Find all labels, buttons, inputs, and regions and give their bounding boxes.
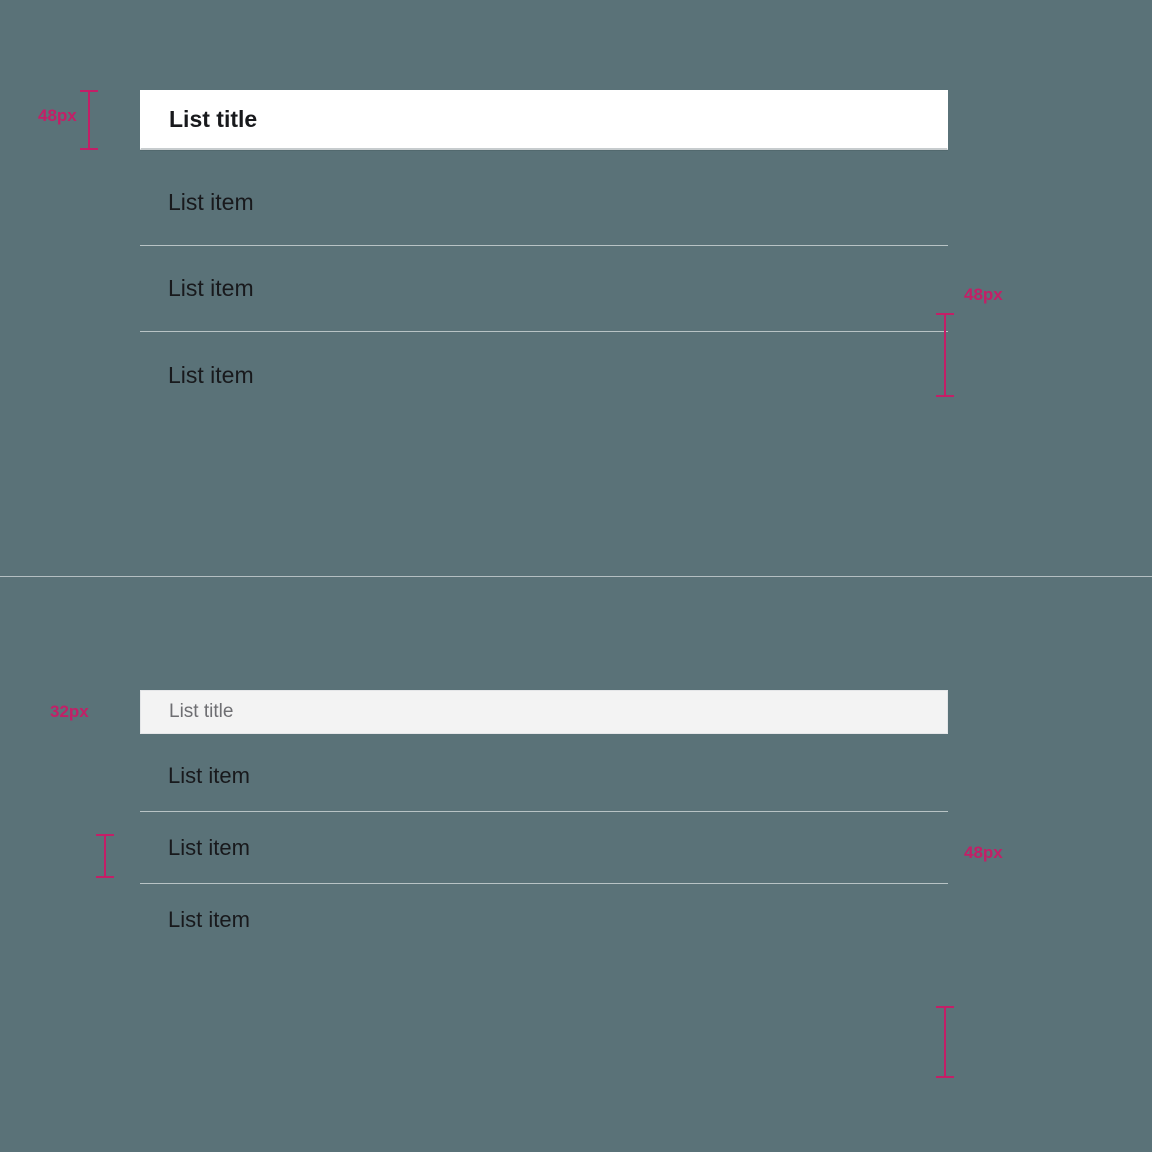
- list-title-bar: List title: [140, 90, 948, 150]
- list-title-text: List title: [169, 106, 257, 133]
- list-item-label: List item: [168, 835, 250, 861]
- measure-bar-row-height: [936, 1006, 954, 1078]
- measure-label-title-height: 48px: [38, 106, 77, 126]
- measure-label-title-height: 32px: [50, 702, 89, 722]
- list-item-label: List item: [168, 763, 250, 789]
- list-title-text: List title: [169, 701, 233, 723]
- list-item-label: List item: [168, 907, 250, 933]
- panel-divider: [0, 576, 1152, 577]
- measure-bar-title-height: [96, 834, 114, 878]
- list-item-label: List item: [168, 362, 254, 389]
- list-body: List item List item List item: [140, 150, 948, 418]
- list-item[interactable]: List item: [140, 332, 948, 418]
- list-item-label: List item: [168, 275, 254, 302]
- list-item[interactable]: List item: [140, 246, 948, 332]
- measure-bar-title-height: [80, 90, 98, 150]
- list-title-bar: List title: [140, 690, 948, 734]
- list-item[interactable]: List item: [140, 160, 948, 246]
- measure-label-row-height: 48px: [964, 843, 1003, 863]
- list-item[interactable]: List item: [140, 812, 948, 884]
- list-item-label: List item: [168, 189, 254, 216]
- measure-bar-row-height: [936, 313, 954, 397]
- list-body: List item List item List item: [140, 734, 948, 956]
- measure-label-row-height: 48px: [964, 285, 1003, 305]
- list-item[interactable]: List item: [140, 884, 948, 956]
- list-spec-large: List title List item List item List item: [140, 90, 948, 418]
- list-spec-small: List title List item List item List item: [140, 690, 948, 956]
- list-item[interactable]: List item: [140, 740, 948, 812]
